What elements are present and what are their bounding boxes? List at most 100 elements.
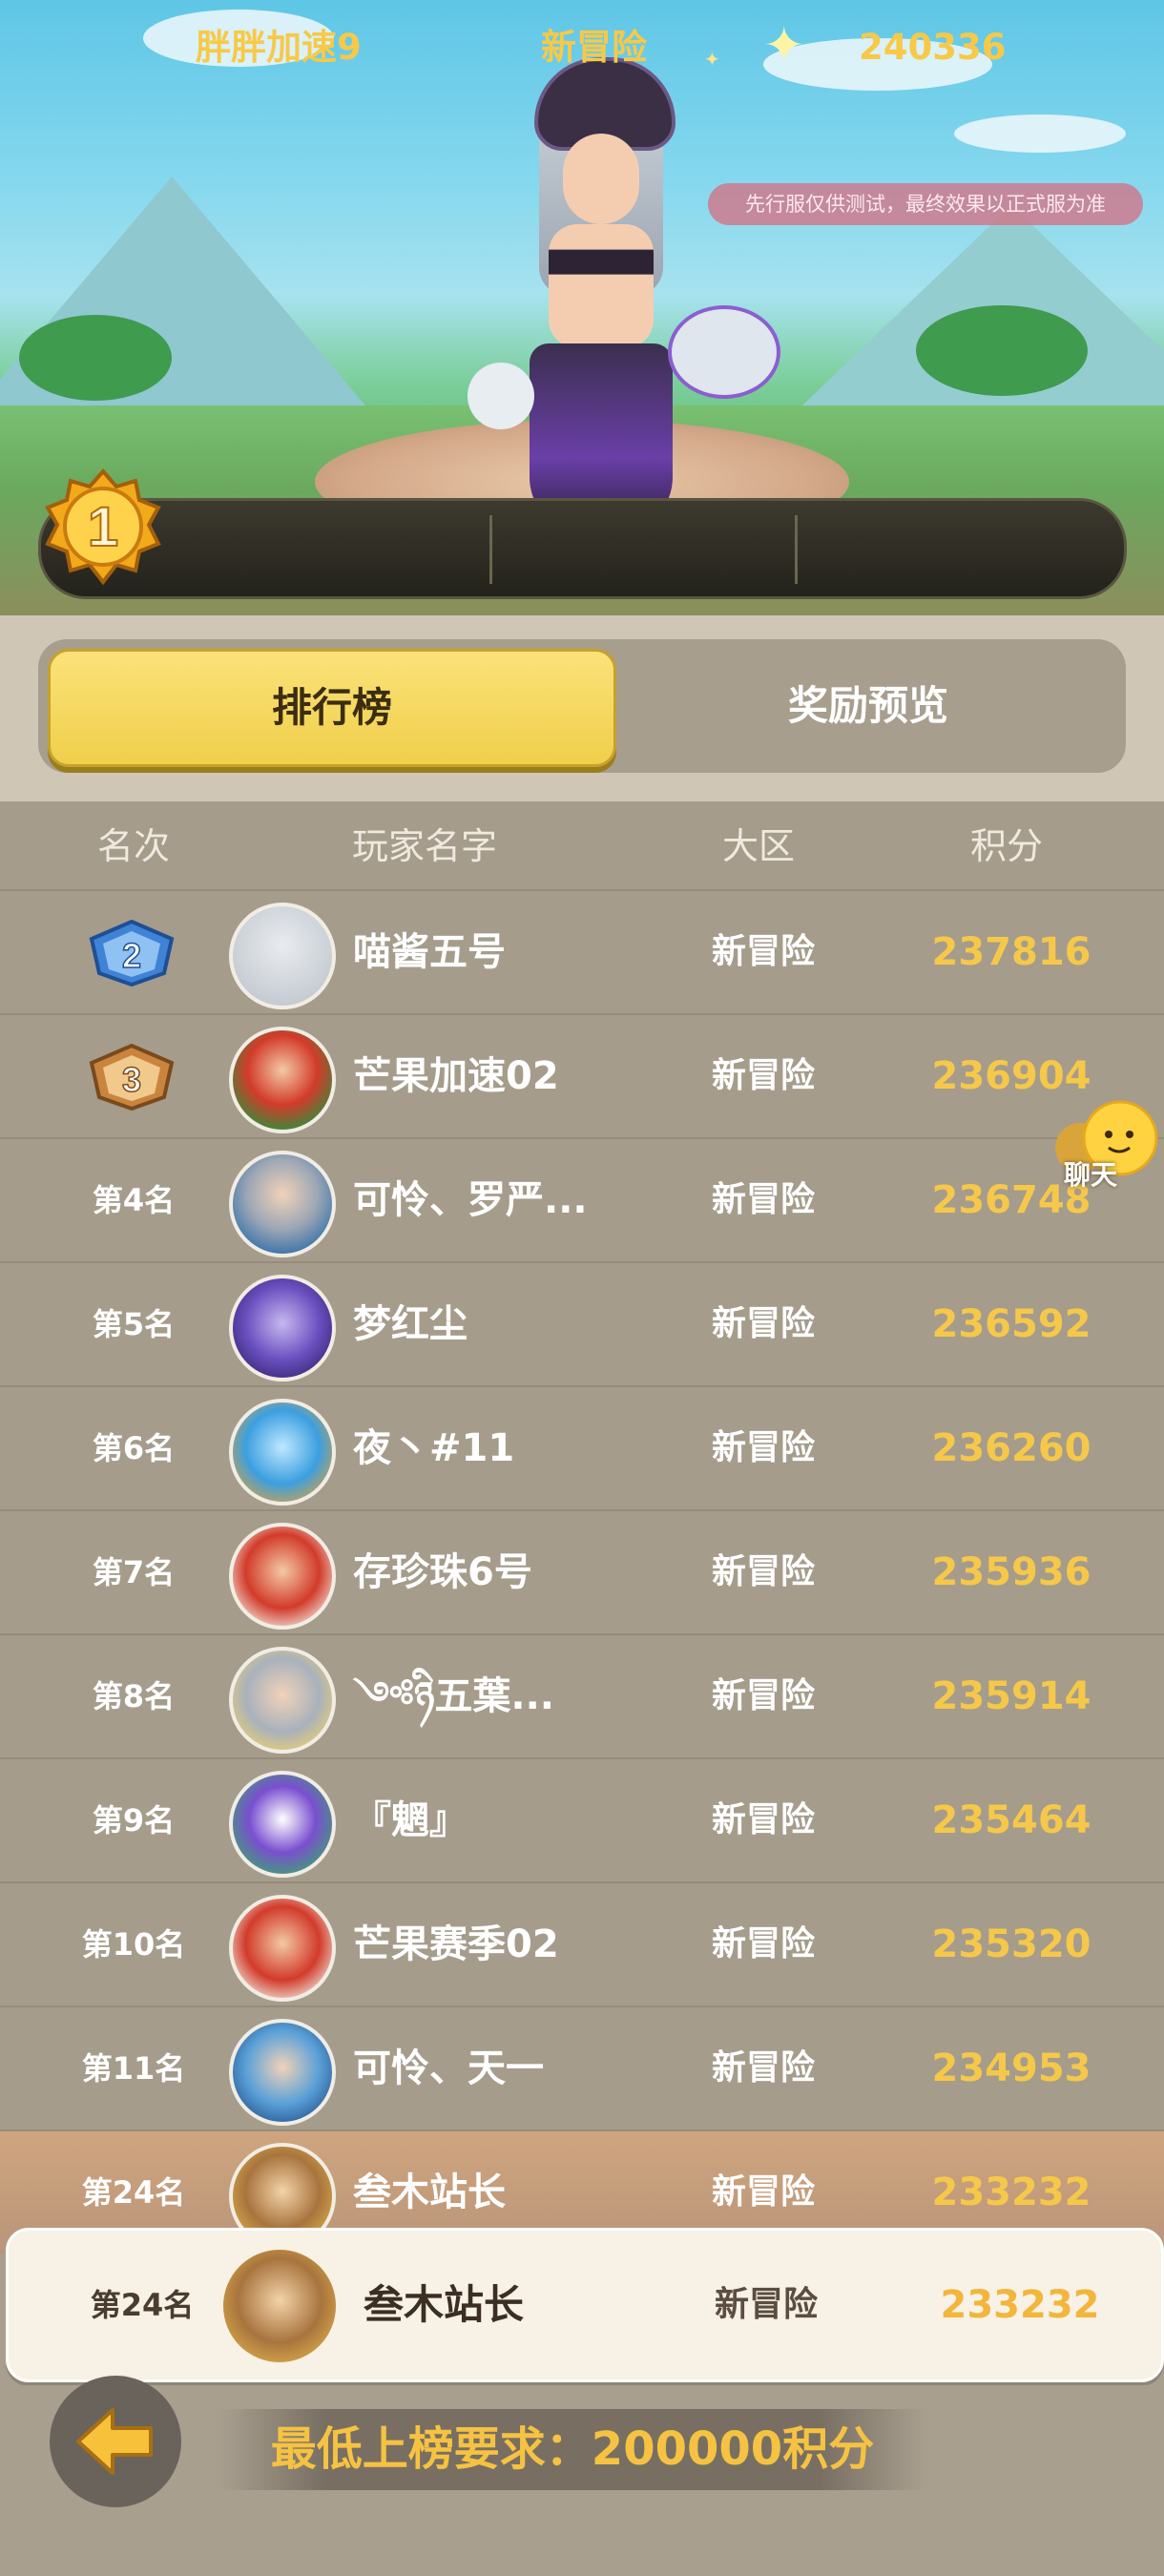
divider xyxy=(489,515,492,584)
avatar[interactable] xyxy=(229,1771,336,1878)
rank-label: 第11名 xyxy=(81,2050,186,2087)
champion-score: 240336 xyxy=(859,27,1007,68)
back-button[interactable] xyxy=(50,2376,181,2507)
tab-bar-area: 排行榜 奖励预览 xyxy=(0,615,1164,801)
player-name: 芒果赛季02 xyxy=(353,1922,559,1966)
rank-1-medal-icon: 1 xyxy=(45,467,161,586)
rank-label: 第8名 xyxy=(92,1678,176,1714)
player-name: 可怜、罗严... xyxy=(353,1178,588,1222)
avatar[interactable] xyxy=(229,1647,336,1754)
player-name: 存珍珠6号 xyxy=(353,1550,532,1594)
rank-label: 第9名 xyxy=(92,1802,176,1839)
my-rank-label: 第24名 xyxy=(90,2287,195,2323)
player-score: 236260 xyxy=(931,1426,1091,1470)
player-name: 芒果加速02 xyxy=(353,1054,559,1098)
header-rank: 名次 xyxy=(96,825,170,867)
leaderboard-table: 名次 玩家名字 大区 积分 2 喵酱五号 新冒险 237816 3 芒果加速02… xyxy=(0,801,1164,2254)
minimum-requirement-text: 最低上榜要求：200000积分 xyxy=(219,2409,925,2490)
rank-2-badge-icon: 2 xyxy=(89,920,175,987)
rank-label: 第4名 xyxy=(92,1182,176,1218)
player-zone: 新冒险 xyxy=(711,1552,815,1591)
player-score: 234953 xyxy=(931,2046,1091,2090)
player-score: 235914 xyxy=(931,1674,1091,1718)
avatar[interactable] xyxy=(229,1523,336,1630)
table-row[interactable]: 第8名 ༺ཉི五葉... 新冒险 235914 xyxy=(0,1633,1164,1757)
player-name: ༺ཉི五葉... xyxy=(353,1674,554,1718)
cloud xyxy=(954,114,1126,153)
player-score: 235464 xyxy=(931,1798,1091,1842)
rank-3-badge-icon: 3 xyxy=(89,1044,175,1111)
table-row[interactable]: 2 喵酱五号 新冒险 237816 xyxy=(0,889,1164,1013)
table-row[interactable]: 第5名 梦红尘 新冒险 236592 xyxy=(0,1261,1164,1385)
sparkle-icon: ✦ xyxy=(704,48,720,71)
player-name: 可怜、天一 xyxy=(353,2046,544,2090)
champion-name: 胖胖加速9 xyxy=(196,27,362,68)
player-zone: 新冒险 xyxy=(711,2048,815,2088)
player-zone: 新冒险 xyxy=(711,1428,815,1467)
chat-label[interactable]: 聊天 xyxy=(1064,1154,1117,1193)
character-weapon xyxy=(668,305,780,399)
header-zone: 大区 xyxy=(721,825,795,867)
player-zone: 新冒险 xyxy=(711,1304,815,1343)
tree xyxy=(19,315,172,401)
tab-bar: 排行榜 奖励预览 xyxy=(38,639,1126,773)
my-rank-row[interactable]: 第24名 叁木站长 新冒险 233232 xyxy=(6,2228,1164,2382)
player-zone: 新冒险 xyxy=(711,1056,815,1095)
my-zone: 新冒险 xyxy=(714,2285,818,2324)
table-row[interactable]: 第11名 可怜、天一 新冒险 234953 xyxy=(0,2005,1164,2129)
table-row[interactable]: 第7名 存珍珠6号 新冒险 235936 xyxy=(0,1509,1164,1633)
svg-text:2: 2 xyxy=(122,936,141,975)
table-row[interactable]: 3 芒果加速02 新冒险 236904 xyxy=(0,1013,1164,1137)
table-row[interactable]: 第4名 可怜、罗严... 新冒险 236748 xyxy=(0,1137,1164,1261)
back-arrow-icon xyxy=(76,2408,153,2475)
character-claw xyxy=(468,363,534,429)
avatar[interactable] xyxy=(229,1151,336,1257)
tree xyxy=(916,305,1088,396)
my-name: 叁木站长 xyxy=(364,2281,525,2328)
avatar[interactable] xyxy=(229,903,336,1009)
sparkle-star-icon: ✦ xyxy=(763,17,805,74)
player-score: 237816 xyxy=(931,930,1091,974)
table-row[interactable]: 第9名 『魍』 新冒险 235464 xyxy=(0,1757,1164,1881)
player-zone: 新冒险 xyxy=(711,1676,815,1715)
player-score: 235320 xyxy=(931,1922,1091,1966)
player-zone: 新冒险 xyxy=(711,932,815,971)
tab-reward-preview[interactable]: 奖励预览 xyxy=(611,639,1126,773)
avatar[interactable] xyxy=(229,2019,336,2126)
player-score: 236592 xyxy=(931,1302,1091,1346)
header-score: 积分 xyxy=(969,825,1043,867)
my-avatar[interactable] xyxy=(223,2250,336,2362)
table-row[interactable]: 第10名 芒果赛季02 新冒险 235320 xyxy=(0,1881,1164,2005)
header-player: 玩家名字 xyxy=(351,825,497,867)
avatar[interactable] xyxy=(229,1399,336,1506)
table-header: 名次 玩家名字 大区 积分 xyxy=(0,801,1164,892)
svg-text:1: 1 xyxy=(88,496,118,558)
table-row[interactable]: 第6名 夜丶#11 新冒险 236260 xyxy=(0,1385,1164,1509)
rank-label: 第5名 xyxy=(92,1306,176,1342)
character-body xyxy=(549,224,654,348)
avatar[interactable] xyxy=(229,1027,336,1133)
svg-text:3: 3 xyxy=(122,1060,141,1099)
rank-label: 第10名 xyxy=(81,1926,186,1963)
character-face xyxy=(563,134,639,224)
champion-zone: 新冒险 xyxy=(541,27,647,68)
test-server-notice: 先行服仅供测试，最终效果以正式服为准 xyxy=(708,183,1143,225)
tab-leaderboard[interactable]: 排行榜 xyxy=(48,649,616,767)
rank-label: 第6名 xyxy=(92,1430,176,1466)
player-name: 夜丶#11 xyxy=(353,1426,515,1470)
avatar[interactable] xyxy=(229,1895,336,2002)
divider xyxy=(795,515,798,584)
player-name: 喵酱五号 xyxy=(353,930,506,974)
player-zone: 新冒险 xyxy=(711,1924,815,1963)
hero-scene: 先行服仅供测试，最终效果以正式服为准 胖胖加速9 新冒险 ✦ ✦ 240336 … xyxy=(0,0,1164,615)
player-zone: 新冒险 xyxy=(711,1180,815,1219)
rank-label: 第7名 xyxy=(92,1554,176,1590)
champion-bar xyxy=(38,498,1127,599)
player-name: 梦红尘 xyxy=(353,1302,468,1346)
player-zone: 新冒险 xyxy=(711,1800,815,1839)
player-name: 『魍』 xyxy=(353,1798,468,1842)
player-score: 235936 xyxy=(931,1550,1091,1594)
avatar[interactable] xyxy=(229,1275,336,1381)
my-score: 233232 xyxy=(940,2283,1100,2327)
champion-character xyxy=(468,57,780,534)
